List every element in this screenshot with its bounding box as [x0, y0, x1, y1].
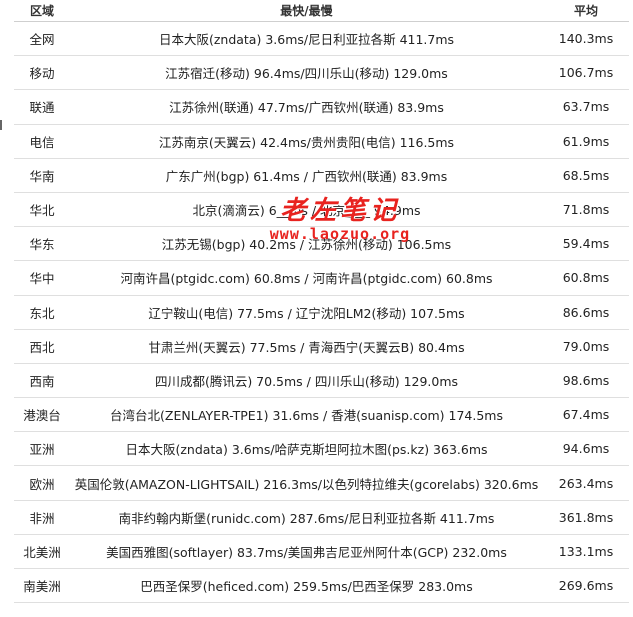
row-detail: 美国西雅图(softlayer) 83.7ms/美国弗吉尼亚州阿什本(GCP) … [106, 544, 507, 560]
row-average: 361.8ms [558, 509, 614, 525]
row-region: 联通 [29, 100, 55, 116]
row-detail: 日本大阪(zndata) 3.6ms/尼日利亚拉各斯 411.7ms [158, 32, 455, 48]
row-region: 东北 [29, 305, 55, 321]
table-row: 西北 甘肃兰州(天翼云) 77.5ms / 青海西宁(天翼云B) 80.4ms 79… [14, 330, 629, 364]
table-row: 华中 河南许昌(ptgidc.com) 60.8ms / 河南许昌(ptgidc.… [14, 261, 629, 296]
table-body: 全网 日本大阪(zndata) 3.6ms/尼日利亚拉各斯 411.7ms 140.… [14, 22, 629, 604]
header-region: 区域 [29, 4, 54, 18]
row-average: 94.6ms [562, 441, 610, 457]
table-row: 欧洲 英国伦敦(AMAZON-LIGHTSAIL) 216.3ms/以色列特拉维夫… [14, 466, 629, 501]
table-row: 西南 四川成都(腾讯云) 70.5ms / 四川乐山(移动) 129.0ms 98.… [14, 364, 629, 399]
row-region: 非洲 [29, 510, 55, 526]
row-average: 106.7ms [558, 65, 614, 81]
table-row: 非洲 南非约翰内斯堡(runidc.com) 287.6ms/尼日利亚拉各斯 41… [14, 501, 629, 535]
row-detail: 英国伦敦(AMAZON-LIGHTSAIL) 216.3ms/以色列特拉维夫(g… [74, 476, 539, 492]
row-average: 133.1ms [558, 543, 614, 559]
table-row: 东北 辽宁鞍山(电信) 77.5ms / 辽宁沈阳LM2(移动) 107.5ms 8… [14, 296, 629, 330]
row-region: 华北 [29, 203, 55, 219]
row-detail: 北京(滴滴云) 6__ms / 北京____ 94.9ms [192, 203, 421, 219]
row-average: 263.4ms [558, 475, 614, 491]
table-row: 北美洲 美国西雅图(softlayer) 83.7ms/美国弗吉尼亚州阿什本(GC… [14, 535, 629, 569]
table-row: 华南 广东广州(bgp) 61.4ms / 广西钦州(联通) 83.9ms 68.5… [14, 159, 629, 193]
header-average: 平均 [573, 4, 598, 18]
row-detail: 江苏南京(天翼云) 42.4ms/贵州贵阳(电信) 116.5ms [158, 134, 455, 150]
table-row: 全网 日本大阪(zndata) 3.6ms/尼日利亚拉各斯 411.7ms 140.… [14, 22, 629, 57]
table-row: 华东 江苏无锡(bgp) 40.2ms / 江苏徐州(移动) 106.5ms 59.… [14, 227, 629, 262]
row-region: 电信 [29, 134, 55, 150]
table-row: 移动 江苏宿迁(移动) 96.4ms/四川乐山(移动) 129.0ms 106.7m… [14, 56, 629, 91]
table-row: 联通 江苏徐州(联通) 47.7ms/广西钦州(联通) 83.9ms 63.7ms [14, 90, 629, 125]
page-edge-mark [0, 120, 2, 130]
row-detail: 辽宁鞍山(电信) 77.5ms / 辽宁沈阳LM2(移动) 107.5ms [148, 305, 465, 321]
row-detail: 广东广州(bgp) 61.4ms / 广西钦州(联通) 83.9ms [165, 168, 448, 184]
row-region: 西南 [29, 373, 55, 389]
row-average: 67.4ms [562, 407, 610, 423]
row-region: 华中 [29, 271, 55, 287]
table-row: 港澳台 台湾台北(ZENLAYER-TPE1) 31.6ms / 香港(suani… [14, 398, 629, 433]
row-detail: 江苏无锡(bgp) 40.2ms / 江苏徐州(移动) 106.5ms [161, 237, 452, 253]
row-detail: 江苏徐州(联通) 47.7ms/广西钦州(联通) 83.9ms [169, 100, 444, 116]
row-detail: 四川成都(腾讯云) 70.5ms / 四川乐山(移动) 129.0ms [154, 373, 459, 389]
row-region: 亚洲 [29, 442, 55, 458]
row-region: 南美洲 [23, 579, 61, 595]
row-average: 86.6ms [562, 304, 610, 320]
row-average: 61.9ms [562, 133, 610, 149]
row-average: 140.3ms [558, 31, 614, 47]
row-region: 华南 [29, 168, 55, 184]
row-detail: 江苏宿迁(移动) 96.4ms/四川乐山(移动) 129.0ms [165, 66, 448, 82]
table-row: 电信 江苏南京(天翼云) 42.4ms/贵州贵阳(电信) 116.5ms 61.9m… [14, 125, 629, 159]
row-region: 港澳台 [23, 408, 61, 424]
table-header: 区域 最快/最慢 平均 [14, 0, 629, 22]
row-average: 60.8ms [562, 270, 610, 286]
table-row: 亚洲 日本大阪(zndata) 3.6ms/哈萨克斯坦阿拉木图(ps.kz) 36… [14, 432, 629, 467]
table-row: 南美洲 巴西圣保罗(heficed.com) 259.5ms/巴西圣保罗 283.… [14, 569, 629, 604]
row-detail: 河南许昌(ptgidc.com) 60.8ms / 河南许昌(ptgidc.co… [120, 271, 493, 287]
row-average: 59.4ms [562, 236, 610, 252]
row-detail: 日本大阪(zndata) 3.6ms/哈萨克斯坦阿拉木图(ps.kz) 363.… [125, 442, 488, 458]
row-detail: 巴西圣保罗(heficed.com) 259.5ms/巴西圣保罗 283.0ms [140, 579, 473, 595]
row-average: 63.7ms [562, 99, 610, 115]
row-average: 68.5ms [562, 167, 610, 183]
row-average: 98.6ms [562, 372, 610, 388]
row-region: 西北 [29, 339, 55, 355]
latency-table: 区域 最快/最慢 平均 全网 日本大阪(zndata) 3.6ms/尼日利亚拉各斯… [14, 0, 629, 604]
row-region: 北美洲 [23, 544, 61, 560]
table-row: 华北 北京(滴滴云) 6__ms / 北京____ 94.9ms 71.8ms [14, 193, 629, 228]
row-region: 欧洲 [29, 476, 55, 492]
row-detail: 南非约翰内斯堡(runidc.com) 287.6ms/尼日利亚拉各斯 411.… [118, 510, 495, 526]
header-fastest-slowest: 最快/最慢 [280, 4, 333, 18]
row-average: 71.8ms [562, 202, 610, 218]
row-average: 269.6ms [558, 578, 614, 594]
row-region: 移动 [29, 66, 55, 82]
row-detail: 台湾台北(ZENLAYER-TPE1) 31.6ms / 香港(suanisp.… [110, 408, 503, 424]
row-region: 全网 [29, 32, 55, 48]
row-detail: 甘肃兰州(天翼云) 77.5ms / 青海西宁(天翼云B) 80.4ms [148, 339, 465, 355]
row-region: 华东 [29, 237, 55, 253]
row-average: 79.0ms [562, 338, 610, 354]
